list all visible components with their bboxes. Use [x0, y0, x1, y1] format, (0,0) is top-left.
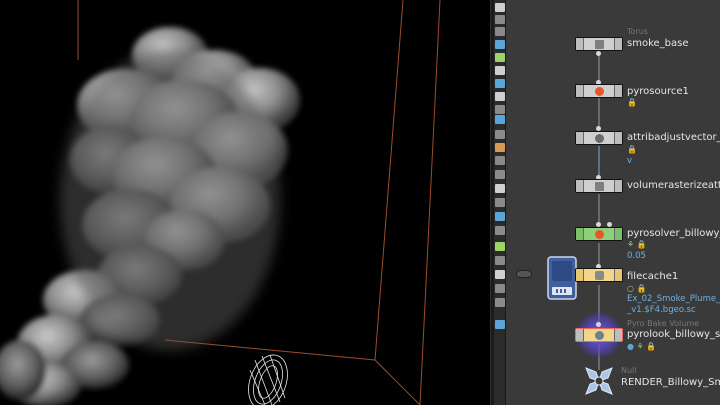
node-label-pyrolook[interactable]: pyrolook_billowy_sm [627, 329, 720, 341]
node-label-filecache1[interactable]: filecache1 [627, 271, 678, 283]
torus-icon [594, 39, 604, 49]
disk-icon [594, 270, 604, 280]
node-comment-value: 0.05 [627, 251, 646, 261]
node-filecache1[interactable] [575, 268, 623, 282]
light-tool-icon[interactable] [495, 53, 505, 62]
cube-icon [594, 181, 604, 191]
gear-icon [594, 133, 604, 143]
node-comment-cachepath-2: _v1.$F4.bgeo.sc [627, 305, 696, 315]
node-label-volumerasterizeattrib[interactable]: volumerasterizeattrib [627, 180, 720, 192]
view-tool-icon[interactable] [495, 15, 505, 24]
guide-toggle-icon[interactable] [495, 226, 505, 235]
sculpt-tool-icon[interactable] [495, 156, 505, 165]
flipbook-icon[interactable] [495, 256, 505, 265]
fire-icon [594, 229, 604, 239]
grid-toggle-icon[interactable] [495, 198, 505, 207]
node-label-attribadjustvector[interactable]: attribadjustvector_ve [627, 132, 720, 144]
render-region-icon[interactable] [495, 270, 505, 279]
node-type-null: Null [621, 366, 637, 375]
node-flags[interactable]: ● ⚘ 🔒 [627, 342, 656, 352]
display-options-icon[interactable] [495, 79, 505, 88]
scene-viewport[interactable] [0, 0, 490, 405]
snap-tool-icon[interactable] [495, 40, 505, 49]
collapse-toggle[interactable] [516, 270, 532, 278]
torus-wireframe [248, 354, 288, 405]
background-toggle-icon[interactable] [495, 212, 505, 221]
lock-icon[interactable]: 🔒 [627, 98, 637, 108]
node-smoke-base[interactable] [575, 37, 623, 51]
handle-tool-icon[interactable] [495, 27, 505, 36]
fire-icon [594, 86, 604, 96]
pose-tool-icon[interactable] [495, 66, 505, 75]
link-tool-icon[interactable] [495, 284, 505, 293]
network-editor[interactable]: Torus smoke_base pyrosource1 🔒 attribadj… [506, 0, 720, 405]
node-volumerasterizeattrib[interactable] [575, 179, 623, 193]
ghost-toggle-icon[interactable] [495, 115, 505, 124]
node-label-pyrosource1[interactable]: pyrosource1 [627, 86, 689, 98]
node-type-pyro-bake-volume: Pyro Bake Volume [627, 319, 700, 328]
node-type-torus: Torus [627, 27, 648, 36]
wireframe-toggle-icon[interactable] [495, 92, 505, 101]
lock-icon[interactable]: 🔒 [627, 145, 637, 155]
lock-camera-icon[interactable] [495, 298, 505, 307]
eye-icon [594, 330, 604, 340]
node-label-render[interactable]: RENDER_Billowy_Smo [621, 377, 720, 389]
viewport-layout-icon[interactable] [495, 320, 505, 329]
node-label-smoke-base[interactable]: smoke_base [627, 38, 689, 50]
measure-tool-icon[interactable] [495, 170, 505, 179]
shading-toggle-icon[interactable] [495, 105, 505, 114]
node-label-pyrosolver[interactable]: pyrosolver_billowy_s [627, 228, 720, 240]
output-connector[interactable] [596, 51, 601, 56]
node-pyrolook[interactable] [575, 328, 623, 342]
node-pyrosource1[interactable] [575, 84, 623, 98]
viewport-canvas [0, 0, 441, 405]
smoke-haze [60, 50, 280, 350]
snapshot-icon[interactable] [495, 242, 505, 251]
node-flags[interactable]: ○ 🔒 [627, 284, 647, 294]
node-comment-cachepath: Ex_02_Smoke_Plume_0 [627, 294, 720, 304]
brush-tool-icon[interactable] [495, 130, 505, 139]
node-flags[interactable]: ⚘ 🔒 [627, 240, 647, 250]
null-icon[interactable] [582, 364, 616, 398]
node-attribadjustvector[interactable] [575, 131, 623, 145]
network-toolbar [494, 0, 506, 405]
node-pyrosolver[interactable] [575, 227, 623, 241]
select-tool-icon[interactable] [495, 3, 505, 12]
node-comment-v: v [627, 156, 633, 166]
camera-tool-icon[interactable] [495, 184, 505, 193]
paint-tool-icon[interactable] [495, 143, 505, 152]
input-connector[interactable] [596, 322, 601, 327]
